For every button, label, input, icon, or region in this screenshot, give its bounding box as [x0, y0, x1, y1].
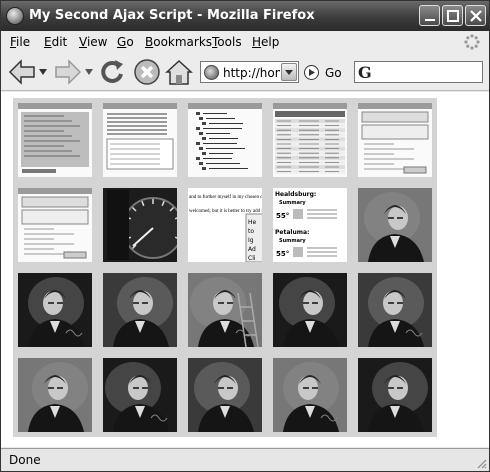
- search-engine-icon[interactable]: G: [358, 63, 372, 82]
- thumbnail-image: [358, 103, 432, 177]
- go-arrow-icon: [304, 65, 319, 80]
- close-icon: [470, 10, 482, 22]
- thumbnail-portrait[interactable]: [358, 358, 432, 432]
- close-button[interactable]: [465, 5, 486, 26]
- stop-button[interactable]: [132, 57, 162, 87]
- svg-text:55°: 55°: [276, 212, 289, 220]
- thumbnail-portrait[interactable]: [273, 358, 347, 432]
- search-box[interactable]: G: [354, 61, 483, 83]
- svg-text:and to further myself in my ch: and to further myself in my chosen d: [189, 195, 262, 200]
- chevron-down-icon: [285, 70, 293, 75]
- thumbnail-screenshot-filetree[interactable]: [188, 103, 262, 177]
- thumbnail-image: [103, 273, 177, 347]
- go-button-label: Go: [325, 66, 342, 80]
- menu-view[interactable]: View: [79, 35, 107, 49]
- thumbnail-portrait[interactable]: [358, 273, 432, 347]
- status-text: Done: [9, 453, 41, 467]
- thumbnail-image: [358, 273, 432, 347]
- svg-text:55°: 55°: [276, 250, 289, 258]
- svg-text:Petaluma:: Petaluma:: [275, 229, 309, 236]
- thumbnail-portrait-ladder[interactable]: [188, 273, 262, 347]
- thumbnail-image: [188, 273, 262, 347]
- resize-grip-icon[interactable]: [475, 457, 487, 469]
- thumbnail-portrait[interactable]: [103, 358, 177, 432]
- maximize-icon: [447, 10, 459, 22]
- status-bar: Done: [1, 448, 489, 471]
- home-button[interactable]: [164, 57, 194, 87]
- url-input[interactable]: [223, 64, 280, 81]
- thumbnail-portrait[interactable]: [18, 358, 92, 432]
- minimize-icon: [425, 19, 435, 21]
- thumbnail-portrait[interactable]: [18, 273, 92, 347]
- svg-text:to: to: [248, 228, 254, 235]
- thumbnail-image: [18, 273, 92, 347]
- thumbnail-image: [273, 103, 347, 177]
- thumbnail-image: [103, 103, 177, 177]
- thumbnail-portrait[interactable]: [188, 358, 262, 432]
- thumbnail-image: [188, 103, 262, 177]
- throbber-icon: [464, 34, 480, 50]
- thumbnail-image: [358, 358, 432, 432]
- thumbnail-text-popup[interactable]: and to further myself in my chosen d welc…: [188, 188, 262, 262]
- firefox-app-icon[interactable]: [6, 7, 24, 25]
- svg-text:Ad: Ad: [248, 246, 256, 253]
- thumbnail-gauge[interactable]: [103, 188, 177, 262]
- site-globe-icon: [204, 65, 219, 80]
- thumbnail-image: [188, 358, 262, 432]
- svg-text:Ig: Ig: [248, 237, 254, 244]
- thumbnail-screenshot-dialog2[interactable]: [18, 188, 92, 262]
- page-content: and to further myself in my chosen d welc…: [1, 92, 489, 447]
- menu-file[interactable]: File: [10, 35, 30, 49]
- url-bar[interactable]: [200, 61, 299, 83]
- navigation-toolbar: Go G: [1, 53, 489, 91]
- thumbnail-image: [103, 358, 177, 432]
- thumbnail-screenshot-table[interactable]: [273, 103, 347, 177]
- thumbnail-image: [358, 188, 432, 262]
- back-history-dropdown[interactable]: [39, 69, 47, 75]
- svg-text:Cli: Cli: [248, 255, 256, 262]
- thumbnail-screenshot-dialog[interactable]: [358, 103, 432, 177]
- menu-go[interactable]: Go: [117, 35, 134, 49]
- thumbnail-image: [273, 358, 347, 432]
- thumbnail-image: Healdsburg: Summary 55° Petaluma: Summary 55°: [273, 188, 347, 262]
- menu-tools[interactable]: Tools: [212, 35, 242, 49]
- thumbnail-portrait[interactable]: [273, 273, 347, 347]
- window-title: My Second Ajax Script - Mozilla Firefox: [29, 8, 315, 23]
- title-bar[interactable]: My Second Ajax Script - Mozilla Firefox: [1, 1, 489, 31]
- reload-button[interactable]: [97, 57, 127, 87]
- thumbnail-screenshot-list[interactable]: [103, 103, 177, 177]
- browser-window: My Second Ajax Script - Mozilla Firefox …: [0, 0, 490, 472]
- thumbnail-gallery: and to further myself in my chosen d welc…: [13, 98, 437, 437]
- thumbnail-image: [273, 273, 347, 347]
- maximize-button[interactable]: [442, 5, 463, 26]
- thumbnail-screenshot-form[interactable]: [18, 103, 92, 177]
- search-input[interactable]: [377, 64, 477, 81]
- menu-help[interactable]: Help: [252, 35, 279, 49]
- thumbnail-portrait[interactable]: [103, 273, 177, 347]
- menu-bar: File Edit View Go Bookmarks Tools Help: [1, 31, 489, 53]
- go-button[interactable]: Go: [304, 65, 352, 83]
- thumbnail-image: [18, 188, 92, 262]
- menu-edit[interactable]: Edit: [44, 35, 67, 49]
- minimize-button[interactable]: [419, 5, 440, 26]
- thumbnail-image: [18, 103, 92, 177]
- svg-text:Summary: Summary: [279, 238, 306, 244]
- back-button[interactable]: [7, 57, 37, 87]
- thumbnail-weather[interactable]: Healdsburg: Summary 55° Petaluma: Summary 55°: [273, 188, 347, 262]
- svg-text:welcomed, but it is better to: welcomed, but it is better to try add fa…: [189, 209, 262, 214]
- menu-bookmarks[interactable]: Bookmarks: [145, 35, 212, 49]
- url-history-dropdown[interactable]: [281, 63, 297, 81]
- thumbnail-portrait[interactable]: [358, 188, 432, 262]
- forward-history-dropdown[interactable]: [85, 69, 93, 75]
- svg-text:Summary: Summary: [279, 200, 306, 206]
- forward-button[interactable]: [53, 57, 83, 87]
- svg-text:Healdsburg:: Healdsburg:: [275, 191, 316, 198]
- svg-text:He: He: [248, 219, 257, 226]
- thumbnail-image: [103, 188, 177, 262]
- thumbnail-image: and to further myself in my chosen d welc…: [188, 188, 262, 262]
- thumbnail-image: [18, 358, 92, 432]
